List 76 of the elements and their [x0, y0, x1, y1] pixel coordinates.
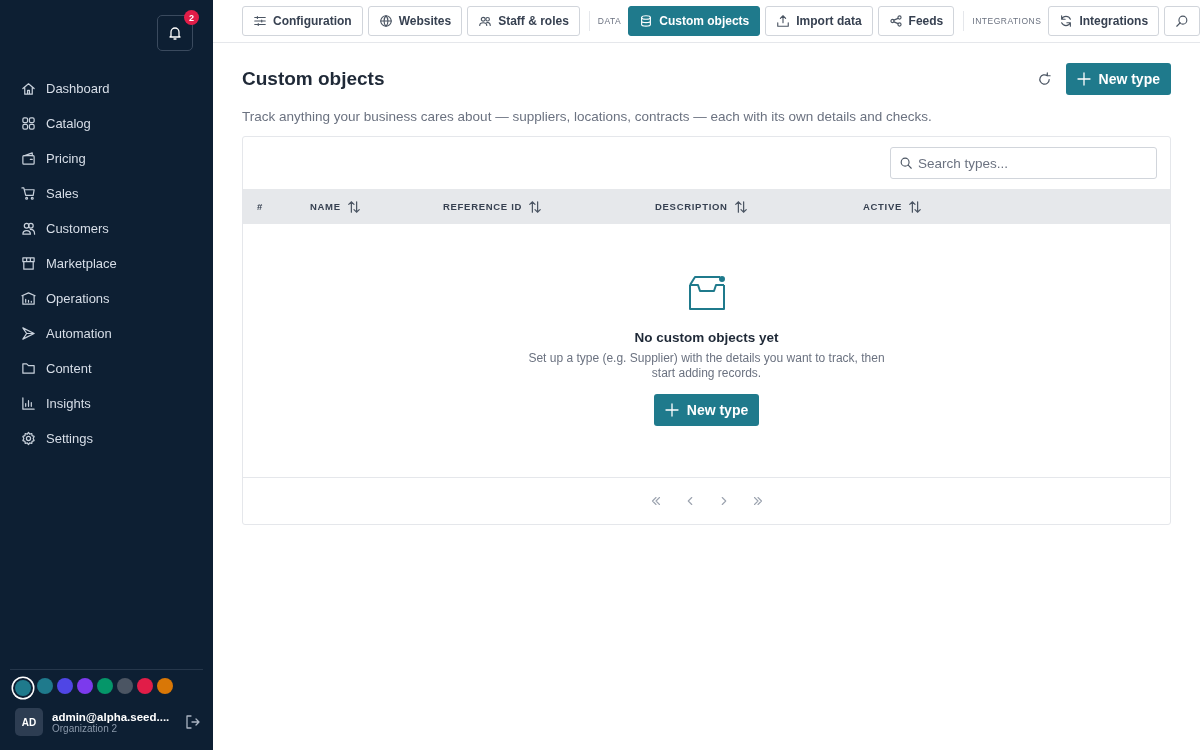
home-icon — [21, 81, 36, 96]
nav-tab[interactable] — [1164, 6, 1200, 36]
database-icon — [639, 14, 654, 28]
search-icon — [1175, 14, 1190, 28]
column-header: ACTIVE — [863, 201, 903, 212]
refresh-icon — [1059, 14, 1074, 28]
logout-button[interactable] — [185, 714, 201, 730]
sidebar-item[interactable]: Customers — [20, 211, 117, 246]
sliders-icon — [253, 14, 267, 28]
sidebar-item[interactable]: Pricing — [20, 141, 94, 176]
bell-icon — [167, 25, 183, 41]
color-swatch[interactable] — [137, 678, 153, 694]
nav-tab[interactable]: Websites — [367, 6, 463, 36]
empty-state-text: Set up a type (e.g. Supplier) with the details you want to track, then start adding records. — [527, 350, 886, 381]
empty-state-title: No custom objects yet — [634, 329, 779, 345]
section-label: DATA — [597, 16, 622, 26]
folder-icon — [21, 361, 36, 376]
user-email: admin@alpha.seed.... — [52, 710, 171, 723]
color-swatch[interactable] — [97, 678, 113, 694]
column-header: DESCRIPTION — [655, 201, 728, 212]
upload-icon — [776, 14, 791, 28]
new-type-button[interactable]: New type — [653, 393, 760, 426]
sidebar-item[interactable]: Sales — [20, 176, 87, 211]
color-swatch[interactable] — [15, 680, 31, 696]
inbox-icon — [686, 273, 727, 312]
section-label: INTEGRATIONS — [972, 16, 1042, 26]
sort-icon[interactable] — [908, 199, 923, 214]
bar-chart-icon — [21, 396, 36, 411]
column-header: REFERENCE ID — [443, 201, 523, 212]
share-icon — [888, 14, 903, 28]
globe-icon — [378, 14, 393, 28]
sidebar-item[interactable]: Marketplace — [20, 246, 125, 281]
sort-icon[interactable] — [528, 199, 543, 214]
settings-icon — [21, 431, 36, 446]
page-description: Track anything your business cares about — suppliers, locations, contracts — each with its own details and checks. — [242, 109, 933, 124]
column-header: # — [257, 201, 263, 212]
color-swatch[interactable] — [157, 678, 173, 694]
sidebar-item[interactable]: Settings — [20, 421, 101, 456]
wallet-icon — [21, 151, 36, 166]
building-icon — [21, 291, 36, 306]
search-field[interactable]: Search types... — [890, 147, 1157, 179]
new-type-button[interactable]: New type — [1065, 63, 1171, 95]
nav-tab[interactable]: Integrations — [1048, 6, 1160, 36]
color-swatch[interactable] — [77, 678, 93, 694]
sidebar-item[interactable]: Content — [20, 351, 100, 386]
people-icon — [21, 221, 36, 236]
nav-tab[interactable]: Configuration — [242, 6, 363, 36]
sidebar-item[interactable]: Automation — [20, 316, 120, 351]
nav-tab[interactable]: Custom objects — [628, 6, 761, 36]
color-swatch[interactable] — [117, 678, 133, 694]
sidebar-item[interactable]: Insights — [20, 386, 99, 421]
store-icon — [21, 256, 36, 271]
color-swatch[interactable] — [57, 678, 73, 694]
nav-tab[interactable]: Staff & roles — [467, 6, 580, 36]
sort-icon[interactable] — [346, 199, 361, 214]
sidebar-item[interactable]: Dashboard — [20, 71, 118, 106]
logout-icon — [185, 714, 201, 730]
cart-icon — [21, 186, 36, 201]
nav-tab[interactable]: Import data — [765, 6, 873, 36]
plus-icon — [1075, 71, 1092, 87]
refresh-button[interactable] — [1036, 71, 1052, 87]
sidebar-item[interactable]: Operations — [20, 281, 118, 316]
page-title: Custom objects — [242, 68, 385, 90]
notification-badge: 2 — [184, 10, 199, 25]
user-avatar: AD — [15, 708, 43, 736]
column-header: NAME — [310, 201, 341, 212]
nav-tab[interactable]: Feeds — [877, 6, 955, 36]
search-icon — [899, 156, 913, 170]
sidebar-item[interactable]: Catalog — [20, 106, 99, 141]
grid-icon — [21, 116, 36, 131]
sort-icon[interactable] — [733, 199, 748, 214]
color-swatch[interactable] — [37, 678, 53, 694]
plus-icon — [663, 401, 680, 418]
refresh-icon — [1036, 71, 1052, 87]
people-icon — [478, 14, 493, 28]
organization-name: Organization 2 — [52, 722, 118, 734]
